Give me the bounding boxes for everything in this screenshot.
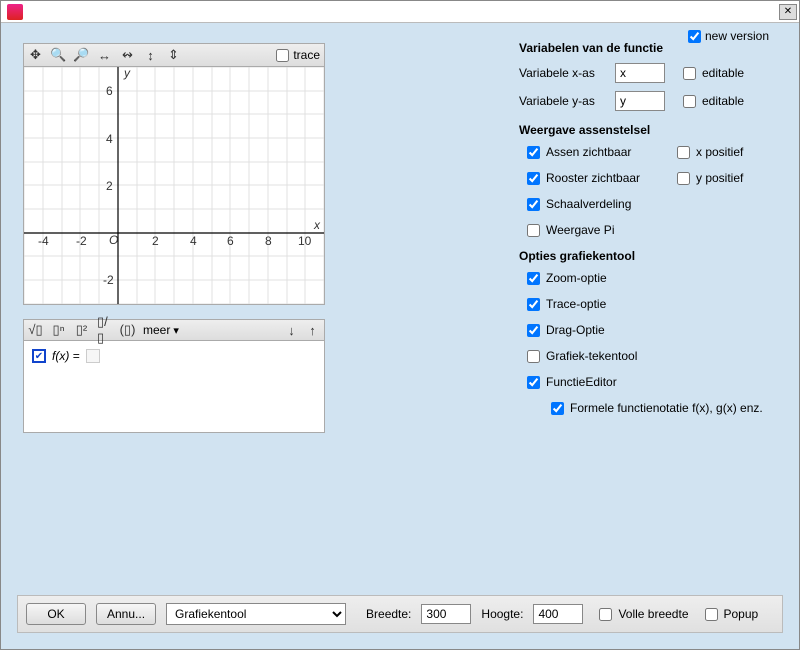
var-x-label: Variabele x-as [519, 66, 609, 80]
formula-toolbar: √▯ ▯ⁿ ▯² ▯/▯ (▯) meer ▾ ↓ ↑ [23, 319, 325, 341]
section-options: Opties grafiekentool [519, 249, 779, 263]
axes-visible-checkbox[interactable] [527, 146, 540, 159]
zoom-v-out-icon[interactable]: ⇕ [166, 48, 181, 63]
svg-text:2: 2 [152, 234, 159, 248]
breedte-label: Breedte: [366, 607, 411, 621]
zoom-in-icon[interactable]: 🔍 [51, 48, 66, 63]
zoom-h-out-icon[interactable]: ↭ [120, 48, 135, 63]
svg-text:8: 8 [265, 234, 272, 248]
formal-notation-checkbox[interactable] [551, 402, 564, 415]
square-icon[interactable]: ▯² [74, 323, 89, 338]
ok-button[interactable]: OK [26, 603, 86, 625]
grid-visible-checkbox[interactable] [527, 172, 540, 185]
formula-editor[interactable]: ✔ f(x) = [23, 341, 325, 433]
titlebar: ✕ [1, 1, 799, 23]
scale-checkbox[interactable] [527, 198, 540, 211]
breedte-input[interactable] [421, 604, 471, 624]
var-x-input[interactable] [615, 63, 665, 83]
function-editor-checkbox[interactable] [527, 376, 540, 389]
grid-svg: x y O -4 -2 2 4 6 8 10 2 4 6 -2 [24, 67, 324, 304]
close-button[interactable]: ✕ [779, 4, 797, 20]
svg-text:y: y [123, 67, 131, 80]
move-down-icon[interactable]: ↓ [284, 323, 299, 338]
svg-text:6: 6 [106, 84, 113, 98]
power-n-icon[interactable]: ▯ⁿ [51, 323, 66, 338]
move-icon[interactable]: ✥ [28, 48, 43, 63]
drawtool-checkbox[interactable] [527, 350, 540, 363]
svg-text:4: 4 [106, 132, 113, 146]
cancel-button[interactable]: Annu... [96, 603, 156, 625]
zoom-option-checkbox[interactable] [527, 272, 540, 285]
svg-text:-2: -2 [103, 273, 114, 287]
drag-option-checkbox[interactable] [527, 324, 540, 337]
svg-text:-2: -2 [76, 234, 87, 248]
formula-expression: f(x) = [52, 349, 80, 363]
graph-toolbar: ✥ 🔍 🔎 ↔ ↭ ↕ ⇕ trace [23, 43, 325, 67]
hoogte-input[interactable] [533, 604, 583, 624]
trace-option-checkbox[interactable] [527, 298, 540, 311]
var-y-label: Variabele y-as [519, 94, 609, 108]
hoogte-label: Hoogte: [481, 607, 523, 621]
section-axes: Weergave assenstelsel [519, 123, 779, 137]
tool-dropdown[interactable]: Grafiekentool [166, 603, 346, 625]
formula-input[interactable] [86, 349, 100, 363]
editable-label: editable [702, 66, 744, 80]
sqrt-icon[interactable]: √▯ [28, 323, 43, 338]
formula-visible-checkbox[interactable]: ✔ [32, 349, 46, 363]
volle-breedte-checkbox[interactable] [599, 608, 612, 621]
x-positive-checkbox[interactable] [677, 146, 690, 159]
svg-text:2: 2 [106, 179, 113, 193]
section-variables: Variabelen van de functie [519, 41, 779, 55]
svg-text:-4: -4 [38, 234, 49, 248]
graph-canvas[interactable]: x y O -4 -2 2 4 6 8 10 2 4 6 -2 [23, 67, 325, 305]
zoom-out-icon[interactable]: 🔎 [74, 48, 89, 63]
var-y-editable-checkbox[interactable] [683, 95, 696, 108]
svg-text:O: O [109, 233, 118, 247]
bottom-bar: OK Annu... Grafiekentool Breedte: Hoogte… [17, 595, 783, 633]
y-positive-checkbox[interactable] [677, 172, 690, 185]
editable-label-2: editable [702, 94, 744, 108]
meer-dropdown[interactable]: meer ▾ [143, 323, 179, 337]
svg-text:4: 4 [190, 234, 197, 248]
paren-icon[interactable]: (▯) [120, 323, 135, 338]
move-up-icon[interactable]: ↑ [305, 323, 320, 338]
var-y-input[interactable] [615, 91, 665, 111]
svg-text:10: 10 [298, 234, 312, 248]
popup-checkbox[interactable] [705, 608, 718, 621]
svg-text:6: 6 [227, 234, 234, 248]
fraction-icon[interactable]: ▯/▯ [97, 323, 112, 338]
trace-checkbox[interactable] [276, 49, 289, 62]
zoom-h-in-icon[interactable]: ↔ [97, 48, 112, 63]
zoom-v-in-icon[interactable]: ↕ [143, 48, 158, 63]
trace-label: trace [293, 48, 320, 62]
java-icon [7, 4, 23, 20]
svg-text:x: x [313, 218, 321, 232]
var-x-editable-checkbox[interactable] [683, 67, 696, 80]
pi-checkbox[interactable] [527, 224, 540, 237]
